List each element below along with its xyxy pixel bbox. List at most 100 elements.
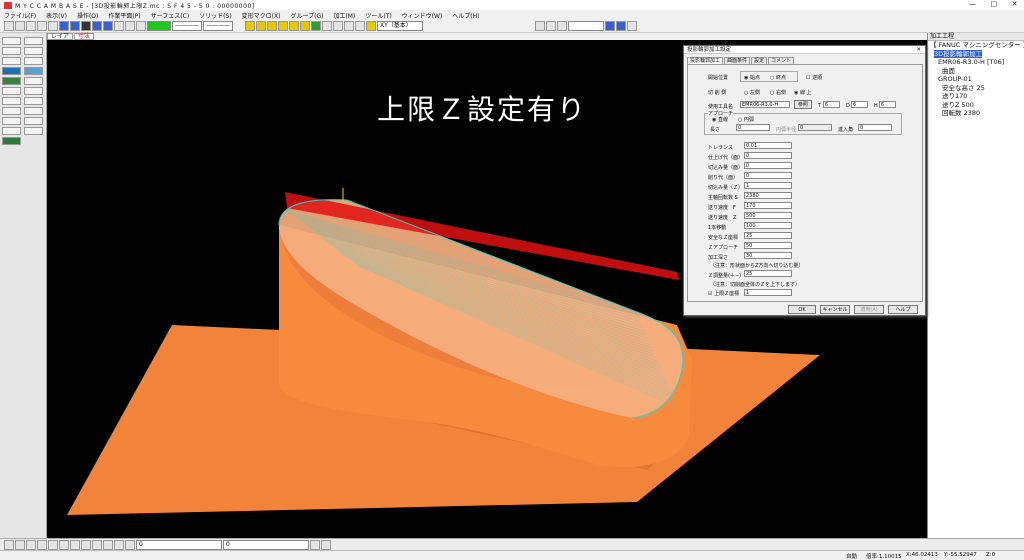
upper-z-checkbox[interactable]: ☑ 上限Ｚ座標 [708, 290, 739, 297]
pan-icon[interactable] [289, 21, 299, 31]
snap-off-icon[interactable] [114, 539, 124, 550]
snap-grid-icon[interactable] [70, 539, 80, 550]
z-offset-field[interactable]: 25 [744, 270, 792, 277]
sim-icon[interactable] [616, 21, 626, 31]
text-tool-icon[interactable] [2, 87, 21, 95]
d-number-field[interactable]: 6 [851, 101, 868, 108]
param-field[interactable]: 170 [744, 202, 792, 209]
layer-combo-1[interactable]: 0 [136, 539, 222, 550]
menu-machining[interactable]: 加工(M) [333, 11, 355, 20]
ok-button[interactable]: OK [788, 305, 816, 314]
start-pos-start-radio[interactable]: ◉ 始点 [744, 74, 760, 81]
snap-ortho-icon[interactable] [125, 539, 135, 550]
rotate-icon[interactable] [311, 21, 321, 31]
cancel-button[interactable]: キャンセル [820, 305, 850, 314]
measure-icon[interactable] [125, 21, 135, 31]
layer-toggle-icon[interactable] [321, 539, 331, 550]
tab-layer[interactable]: レイア [47, 33, 74, 40]
hidden-line-icon[interactable] [81, 21, 91, 31]
minimize-button[interactable]: — [969, 0, 977, 8]
top-view-icon[interactable] [333, 21, 343, 31]
iso-view-icon[interactable] [322, 21, 332, 31]
tree-node[interactable]: 曲面 [928, 67, 1024, 76]
param-field[interactable]: 25 [744, 232, 792, 239]
param-field[interactable]: 2380 [744, 192, 792, 199]
tab-dimension[interactable]: 寸法 [74, 33, 95, 40]
tree-node[interactable]: 安全な高さ 25 [928, 84, 1024, 93]
view-list-icon[interactable] [366, 21, 376, 31]
nc-icon[interactable] [627, 21, 637, 31]
open-file-icon[interactable] [15, 21, 25, 31]
spline-tool-icon[interactable] [24, 77, 43, 85]
path-icon[interactable] [605, 21, 615, 31]
approach-length-field[interactable]: 0 [736, 124, 770, 131]
curve-tool-icon[interactable] [24, 57, 43, 65]
fillet-tool-icon[interactable] [24, 127, 43, 135]
calc-icon[interactable] [535, 21, 545, 31]
dialog-close-icon[interactable]: ✕ [916, 46, 921, 54]
color-combo[interactable] [147, 21, 171, 31]
t-number-field[interactable]: 6 [823, 101, 840, 108]
menu-group[interactable]: グループ(G) [290, 11, 323, 20]
menu-solid[interactable]: ソリッド(S) [199, 11, 232, 20]
param-field[interactable]: 500 [744, 212, 792, 219]
zoom-window-icon[interactable] [278, 21, 288, 31]
tool-combo[interactable] [568, 21, 604, 31]
tab-comment[interactable]: コメント [768, 57, 795, 64]
print-icon[interactable] [37, 21, 47, 31]
param-field[interactable]: 30 [744, 252, 792, 259]
param-field[interactable]: 0 [744, 152, 792, 159]
snap-end-icon[interactable] [15, 539, 25, 550]
snap-point-icon[interactable] [4, 539, 14, 550]
layer-icon[interactable] [92, 21, 102, 31]
front-view-icon[interactable] [344, 21, 354, 31]
tree-node[interactable]: EMR06-R3.0-H [T06] [928, 58, 1024, 67]
move-tool-icon[interactable] [2, 117, 21, 125]
machining-tool-icon[interactable] [2, 137, 21, 145]
view-icon[interactable] [103, 21, 113, 31]
delete-tool-icon[interactable] [24, 117, 43, 125]
param-field[interactable]: 50 [744, 242, 792, 249]
zoom-out-icon[interactable] [267, 21, 277, 31]
arc-tool-icon[interactable] [2, 57, 21, 65]
view-plane-combo[interactable]: XY（基本） [377, 21, 423, 31]
mirror-tool-icon[interactable] [2, 107, 21, 115]
snap-auto-icon[interactable] [103, 539, 113, 550]
snap-mid-icon[interactable] [26, 539, 36, 550]
tree-node-selected[interactable]: 3D投影輪郭加工 [928, 49, 1024, 59]
layer-combo-2[interactable]: 0 [223, 539, 309, 550]
snap-perp-icon[interactable] [81, 539, 91, 550]
approach-arc-radio[interactable]: ○ 円弧 [738, 116, 754, 123]
cut-side-online-radio[interactable]: ◉ 線 上 [794, 89, 812, 96]
side-view-icon[interactable] [355, 21, 365, 31]
line-tool-icon[interactable] [2, 47, 21, 55]
line-type-combo[interactable]: ———— [172, 21, 202, 31]
upper-z-field[interactable]: 1 [744, 289, 792, 296]
snap-near-icon[interactable] [59, 539, 69, 550]
approach-radius-field[interactable]: 0 [798, 124, 832, 131]
tab-projection-contour[interactable]: 投影輪郭加工 [687, 57, 724, 64]
apply-button[interactable]: 適用(A) [854, 305, 884, 314]
solid-tool-icon[interactable] [2, 77, 21, 85]
h-number-field[interactable]: 6 [879, 101, 896, 108]
select-tool-icon[interactable] [24, 37, 43, 45]
param-field[interactable]: 0.01 [744, 142, 792, 149]
param-field[interactable]: 1 [744, 182, 792, 189]
tool-name-field[interactable]: EMR06-R3.0-H [740, 101, 790, 108]
tree-node[interactable]: 【 FANUC マシニングセンター 】 [928, 41, 1024, 50]
layer-settings-icon[interactable] [310, 539, 320, 550]
grid-icon[interactable] [48, 21, 58, 31]
menu-tools[interactable]: ツール(T) [365, 11, 391, 20]
menu-file[interactable]: ファイル(F) [4, 11, 36, 20]
menu-transform[interactable]: 変形マクロ(X) [242, 11, 281, 20]
save-file-icon[interactable] [26, 21, 36, 31]
hatch-tool-icon[interactable] [2, 127, 21, 135]
reverse-checkbox[interactable]: ☐ 逆順 [806, 74, 822, 81]
menu-workplane[interactable]: 作業平面(P) [108, 11, 140, 20]
approach-line-radio[interactable]: ◉ 直線 [712, 116, 728, 123]
surface-tool-icon[interactable] [2, 67, 21, 75]
cut-side-left-radio[interactable]: ○ 左側 [744, 89, 760, 96]
tab-surface-condition[interactable]: 曲面条件 [724, 57, 751, 64]
circle-tool-icon[interactable] [24, 47, 43, 55]
help-button[interactable]: ヘルプ [888, 305, 918, 314]
